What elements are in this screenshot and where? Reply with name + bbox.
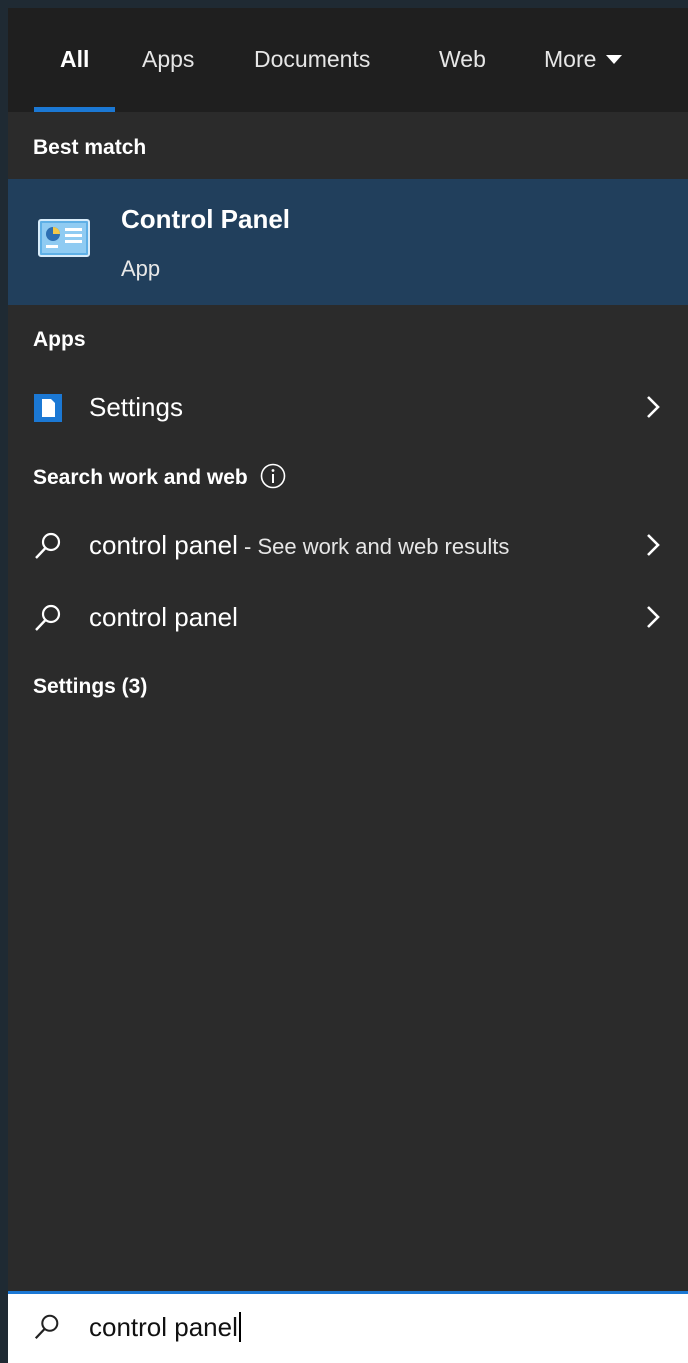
tab-apps[interactable]: Apps (142, 46, 194, 73)
list-item-web-search[interactable]: control panel - See work and web results (8, 515, 688, 577)
text-cursor (238, 1312, 241, 1342)
info-icon[interactable] (260, 463, 286, 489)
list-item-label: control panel - See work and web results (89, 530, 509, 561)
settings-heading[interactable]: Settings (3) (33, 675, 147, 699)
best-match-result[interactable]: Control Panel App (8, 179, 688, 305)
search-query-text: control panel (89, 530, 238, 560)
search-results-panel: All Apps Documents Web More Best match C… (8, 8, 688, 1363)
control-panel-icon (38, 219, 90, 257)
best-match-subtitle: App (121, 256, 161, 281)
start-menu-search: All Apps Documents Web More Best match C… (0, 0, 688, 1363)
search-icon (35, 604, 61, 631)
chevron-right-icon[interactable] (646, 395, 660, 419)
search-work-web-heading: Search work and web (33, 463, 286, 490)
tab-documents[interactable]: Documents (254, 46, 370, 73)
apps-heading: Apps (33, 328, 86, 351)
chevron-right-icon[interactable] (646, 605, 660, 629)
tab-more-label: More (544, 46, 597, 72)
list-item-label: control panel (89, 602, 238, 632)
caret-down-icon (606, 55, 623, 64)
best-match-heading: Best match (33, 136, 147, 159)
search-input[interactable]: control panel (89, 1312, 241, 1343)
search-input-value: control panel (89, 1312, 238, 1342)
search-box[interactable]: control panel (8, 1291, 688, 1363)
search-work-web-heading-label: Search work and web (33, 466, 248, 489)
active-tab-indicator (34, 107, 115, 112)
best-match-title: Control Panel (121, 204, 291, 234)
list-item-label: Settings (89, 392, 183, 422)
tab-all[interactable]: All (60, 46, 89, 73)
chevron-right-icon[interactable] (646, 533, 660, 557)
list-item-settings-app[interactable]: Settings (8, 377, 688, 439)
filter-tab-bar: All Apps Documents Web More (8, 8, 688, 112)
search-query-suffix: - See work and web results (237, 534, 510, 559)
tab-web[interactable]: Web (439, 46, 486, 73)
search-icon (34, 1314, 59, 1340)
search-icon (35, 532, 61, 559)
list-item-search[interactable]: control panel (8, 587, 688, 649)
tab-more[interactable]: More (544, 46, 623, 73)
settings-app-icon (34, 394, 62, 422)
